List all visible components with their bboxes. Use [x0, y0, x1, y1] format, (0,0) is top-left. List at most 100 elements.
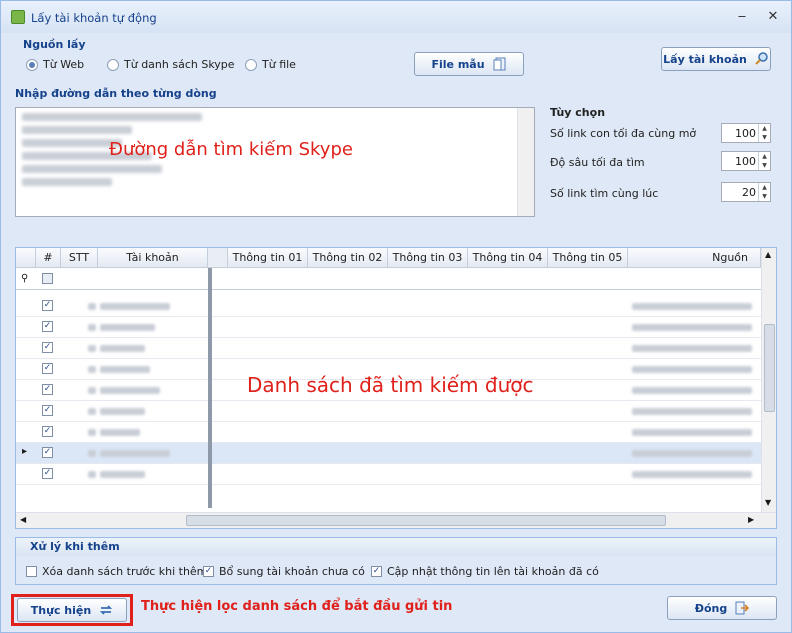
- grid-annotation: Danh sách đã tìm kiếm được: [247, 373, 534, 397]
- sample-file-label: File mẫu: [431, 57, 485, 71]
- row-checkbox[interactable]: ✓: [42, 447, 53, 458]
- filter-row[interactable]: ⚲: [16, 268, 761, 290]
- blurred-line: [22, 126, 132, 134]
- url-input[interactable]: [15, 107, 535, 217]
- row-source-blurred: [632, 450, 752, 457]
- frozen-column-divider[interactable]: [208, 268, 212, 508]
- radio-from-skype-list-label[interactable]: Từ danh sách Skype: [124, 58, 235, 71]
- vertical-scroll-thumb[interactable]: [764, 324, 775, 412]
- spinner-arrows-icon[interactable]: ▲ ▼: [758, 183, 770, 201]
- table-row[interactable]: ✓: [16, 338, 761, 359]
- pin-icon: ⚲: [21, 273, 29, 284]
- update-info-label[interactable]: Cập nhật thông tin lên tài khoản đã có: [387, 565, 599, 578]
- option-concurrent-links-label: Số link tìm cùng lúc: [550, 187, 659, 200]
- table-row[interactable]: ✓: [16, 422, 761, 443]
- update-info-checkbox[interactable]: ✓: [371, 566, 382, 577]
- execute-highlight: [11, 594, 133, 626]
- options-title: Tùy chọn: [550, 106, 606, 119]
- close-label: Đóng: [694, 601, 728, 615]
- input-label: Nhập đường dẫn theo từng dòng: [15, 87, 217, 100]
- row-account-blurred: [100, 471, 145, 478]
- clear-list-checkbox[interactable]: [26, 566, 37, 577]
- filter-checkbox[interactable]: [42, 273, 53, 284]
- post-process-group: Xử lý khi thêm Xóa danh sách trước khi t…: [15, 537, 777, 585]
- row-checkbox[interactable]: ✓: [42, 363, 53, 374]
- scroll-down-icon[interactable]: ▼: [765, 498, 771, 507]
- radio-from-file[interactable]: [245, 59, 257, 71]
- column-header-spacer: [208, 248, 228, 268]
- spinner-arrows-icon[interactable]: ▲ ▼: [758, 124, 770, 142]
- document-icon: [493, 57, 506, 71]
- grid-horizontal-scrollbar[interactable]: ◀ ▶: [16, 512, 776, 528]
- dialog-window: Lấy tài khoản tự động ‒ ✕ Nguồn lấy Từ W…: [0, 0, 792, 633]
- column-header-info-04[interactable]: Thông tin 04: [468, 248, 548, 268]
- row-account-blurred: [100, 303, 170, 310]
- row-source-blurred: [632, 429, 752, 436]
- row-stt-blurred: [88, 429, 96, 436]
- row-stt-blurred: [88, 471, 96, 478]
- table-row[interactable]: ✓: [16, 296, 761, 317]
- get-accounts-button[interactable]: Lấy tài khoản: [661, 47, 771, 71]
- row-source-blurred: [632, 303, 752, 310]
- post-process-header: [16, 538, 776, 556]
- spinner-arrows-icon[interactable]: ▲ ▼: [758, 152, 770, 170]
- max-depth-spinner[interactable]: 100 ▲ ▼: [721, 151, 771, 171]
- radio-from-web-label[interactable]: Từ Web: [43, 58, 84, 71]
- row-checkbox[interactable]: ✓: [42, 426, 53, 437]
- radio-from-file-label[interactable]: Từ file: [262, 58, 296, 71]
- row-checkbox[interactable]: ✓: [42, 342, 53, 353]
- column-header-info-01[interactable]: Thông tin 01: [228, 248, 308, 268]
- column-header-check[interactable]: #: [36, 248, 61, 268]
- concurrent-links-spinner[interactable]: 20 ▲ ▼: [721, 182, 771, 202]
- row-checkbox[interactable]: ✓: [42, 468, 53, 479]
- table-row[interactable]: ✓: [16, 464, 761, 485]
- url-input-scrollbar[interactable]: [517, 108, 534, 216]
- max-open-links-spinner[interactable]: 100 ▲ ▼: [721, 123, 771, 143]
- post-process-title: Xử lý khi thêm: [30, 540, 120, 553]
- row-stt-blurred: [88, 366, 96, 373]
- table-row[interactable]: ✓: [16, 401, 761, 422]
- column-header-account[interactable]: Tài khoản: [98, 248, 208, 268]
- column-header-stt[interactable]: STT: [61, 248, 98, 268]
- row-stt-blurred: [88, 387, 96, 394]
- max-open-links-value: 100: [735, 127, 756, 140]
- horizontal-scroll-thumb[interactable]: [186, 515, 666, 526]
- close-button[interactable]: Đóng: [667, 596, 777, 620]
- radio-from-web[interactable]: [26, 59, 38, 71]
- row-stt-blurred: [88, 408, 96, 415]
- row-account-blurred: [100, 387, 160, 394]
- table-row[interactable]: ✓: [16, 317, 761, 338]
- minimize-icon[interactable]: ‒: [734, 9, 750, 25]
- url-input-annotation: Đường dẫn tìm kiếm Skype: [109, 139, 353, 160]
- row-checkbox[interactable]: ✓: [42, 300, 53, 311]
- scroll-left-icon[interactable]: ◀: [20, 515, 26, 524]
- scroll-right-icon[interactable]: ▶: [748, 515, 754, 524]
- scroll-up-icon[interactable]: ▲: [765, 250, 771, 259]
- row-account-blurred: [100, 429, 140, 436]
- table-row[interactable]: ▸ ✓: [16, 443, 761, 464]
- add-missing-checkbox[interactable]: ✓: [203, 566, 214, 577]
- grid-vertical-scrollbar[interactable]: ▲ ▼: [761, 248, 776, 512]
- clear-list-label[interactable]: Xóa danh sách trước khi thêm: [42, 565, 207, 578]
- column-header-info-02[interactable]: Thông tin 02: [308, 248, 388, 268]
- row-source-blurred: [632, 324, 752, 331]
- close-icon[interactable]: ✕: [765, 9, 781, 25]
- column-header-info-05[interactable]: Thông tin 05: [548, 248, 628, 268]
- row-account-blurred: [100, 408, 145, 415]
- row-checkbox[interactable]: ✓: [42, 405, 53, 416]
- source-group-label: Nguồn lấy: [23, 38, 86, 51]
- add-missing-label[interactable]: Bổ sung tài khoản chưa có: [219, 565, 365, 578]
- radio-from-skype-list[interactable]: [107, 59, 119, 71]
- blurred-line: [22, 113, 202, 121]
- blurred-line: [22, 178, 112, 186]
- row-source-blurred: [632, 366, 752, 373]
- column-header-source[interactable]: Nguồn: [628, 248, 761, 268]
- row-checkbox[interactable]: ✓: [42, 384, 53, 395]
- column-header-info-03[interactable]: Thông tin 03: [388, 248, 468, 268]
- row-checkbox[interactable]: ✓: [42, 321, 53, 332]
- concurrent-links-value: 20: [742, 186, 756, 199]
- max-depth-value: 100: [735, 155, 756, 168]
- sample-file-button[interactable]: File mẫu: [414, 52, 524, 76]
- column-header-indicator: [16, 248, 36, 268]
- row-stt-blurred: [88, 345, 96, 352]
